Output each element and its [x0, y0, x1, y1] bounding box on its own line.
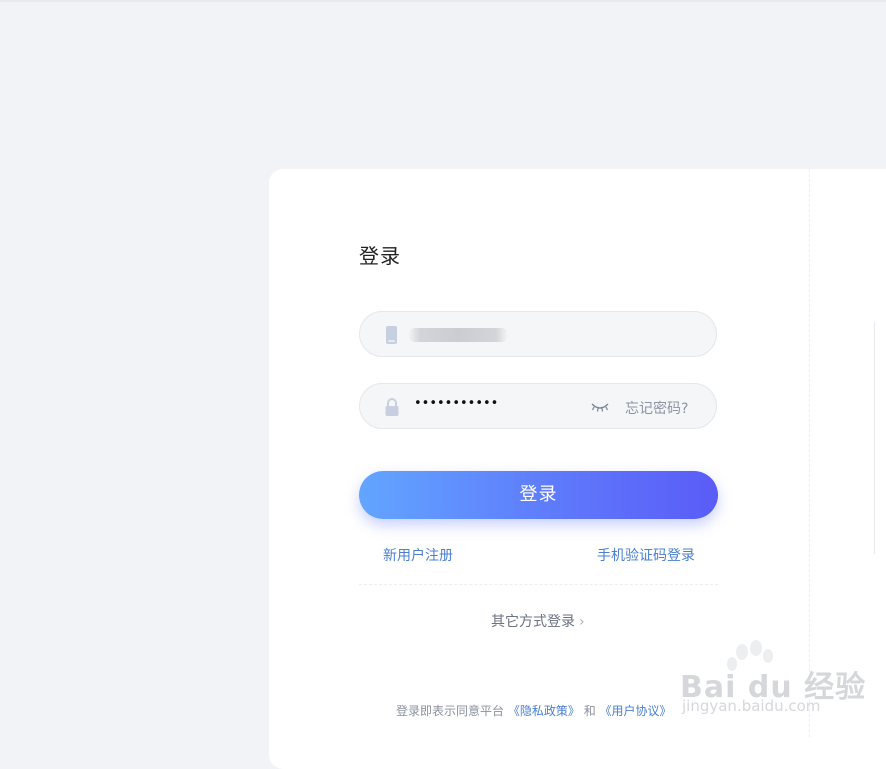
sms-login-link[interactable]: 手机验证码登录 — [597, 545, 695, 565]
user-agreement-link[interactable]: 《用户协议》 — [600, 704, 672, 718]
forgot-password-link[interactable]: 忘记密码? — [625, 398, 688, 418]
agreement-and: 和 — [583, 704, 596, 718]
right-panel-edge — [874, 322, 875, 554]
register-link[interactable]: 新用户注册 — [383, 545, 453, 565]
login-title: 登录 — [359, 244, 401, 268]
password-field[interactable]: ••••••••••• 忘记密码? — [359, 383, 717, 429]
privacy-policy-link[interactable]: 《隐私政策》 — [508, 704, 580, 718]
agreement-prefix: 登录即表示同意平台 — [396, 704, 505, 718]
lock-icon — [385, 398, 399, 416]
login-button[interactable]: 登录 — [359, 471, 718, 519]
agreement-text: 登录即表示同意平台 《隐私政策》 和 《用户协议》 — [396, 702, 672, 719]
chevron-right-icon: › — [579, 614, 585, 630]
other-login-methods-link[interactable]: 其它方式登录 › — [491, 611, 585, 631]
horizontal-divider — [359, 584, 718, 585]
top-border — [0, 0, 886, 2]
phone-field[interactable] — [359, 311, 717, 357]
eye-closed-icon[interactable] — [590, 400, 610, 414]
password-input-value: ••••••••••• — [414, 396, 499, 411]
watermark-url: jingyan.baidu.com — [682, 697, 821, 715]
phone-icon — [386, 326, 397, 344]
other-login-methods-label: 其它方式登录 — [491, 614, 575, 630]
phone-input-value-obscured — [408, 328, 508, 342]
